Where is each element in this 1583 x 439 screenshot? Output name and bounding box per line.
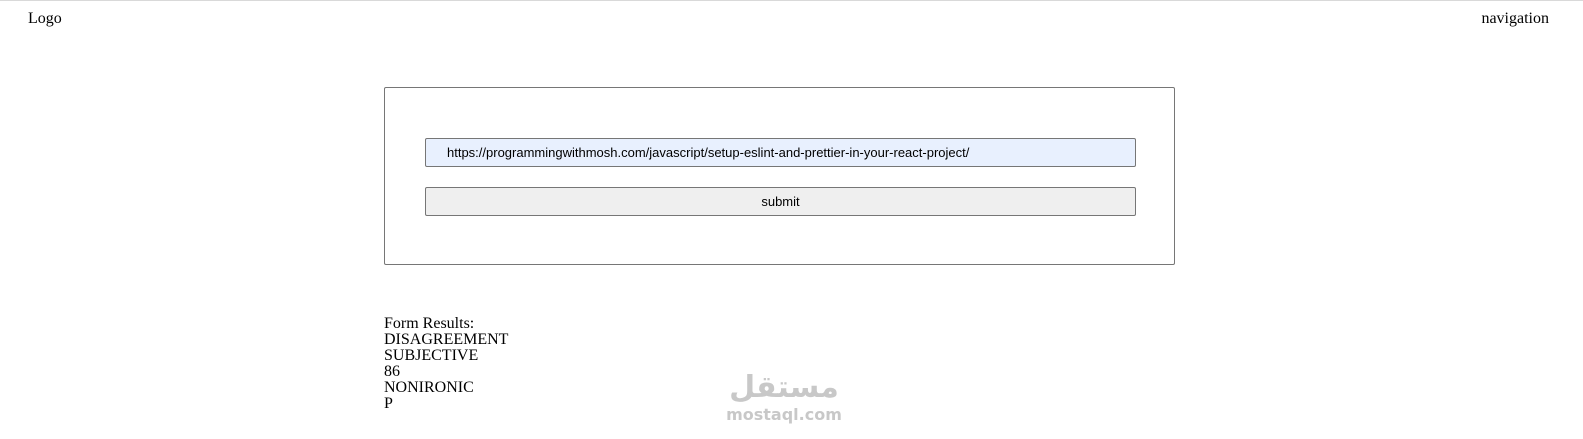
form-results: Form Results: DISAGREEMENT SUBJECTIVE 86… bbox=[384, 316, 508, 412]
result-item-irony: NONIRONIC bbox=[384, 379, 474, 396]
watermark-latin: mostaql.com bbox=[726, 405, 842, 424]
header: Logo navigation bbox=[0, 1, 1583, 39]
url-form: submit bbox=[384, 87, 1175, 265]
url-input[interactable] bbox=[425, 138, 1136, 167]
page: Logo navigation submit Form Results: DIS… bbox=[0, 0, 1583, 439]
results-title: Form Results: bbox=[384, 315, 475, 332]
logo[interactable]: Logo bbox=[28, 10, 62, 28]
navigation[interactable]: navigation bbox=[1481, 10, 1549, 28]
result-item-polarity: P bbox=[384, 395, 393, 412]
result-item-subjectivity: SUBJECTIVE bbox=[384, 347, 479, 364]
submit-button[interactable]: submit bbox=[425, 187, 1136, 216]
watermark-arabic: مستقل bbox=[729, 370, 839, 405]
watermark: مستقل mostaql.com bbox=[726, 369, 842, 429]
result-item-disagreement: DISAGREEMENT bbox=[384, 331, 509, 348]
result-item-confidence: 86 bbox=[384, 363, 400, 380]
